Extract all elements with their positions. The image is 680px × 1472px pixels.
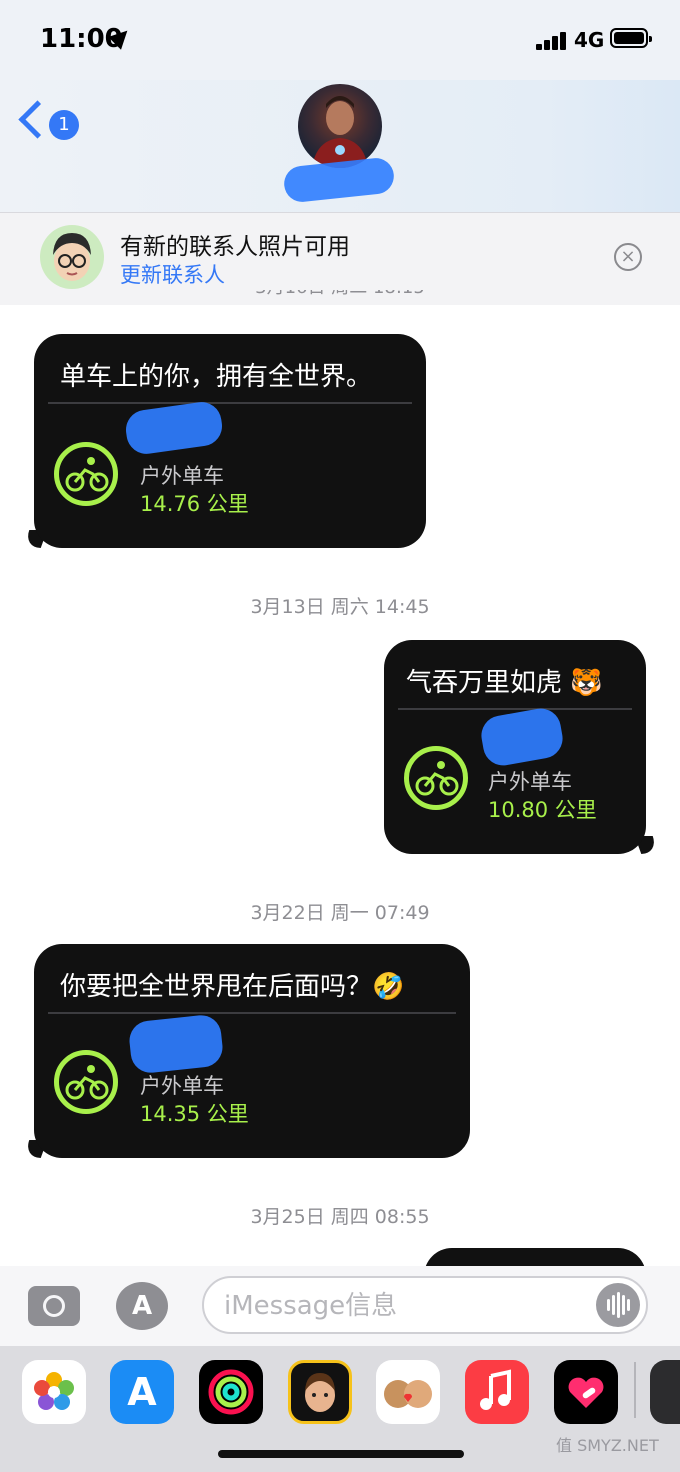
activity-label: 户外单车 (488, 770, 572, 794)
app-store-button[interactable]: A (116, 1282, 168, 1330)
heart-digital-touch-icon[interactable] (554, 1360, 618, 1424)
status-bar: 11:00 4G (0, 0, 680, 80)
animoji-icon[interactable] (376, 1360, 440, 1424)
memoji-icon[interactable] (288, 1360, 352, 1424)
cycling-icon (404, 746, 468, 810)
photos-icon[interactable] (22, 1360, 86, 1424)
banner-title: 有新的联系人照片可用 (120, 234, 350, 260)
activity-label: 户外单车 (140, 464, 224, 488)
app-store-icon[interactable]: A (110, 1360, 174, 1424)
back-button-badge[interactable]: 1 (49, 110, 79, 140)
contact-name-redaction (282, 156, 396, 204)
distance-value: 14.76 公里 (140, 492, 249, 516)
message-bubble-received[interactable]: 单车上的你，拥有全世界。 户外单车 14.76 公里 (34, 334, 426, 548)
distance-value: 14.35 公里 (140, 1102, 249, 1126)
partial-timestamp: 3月16日 周二 18:15 (0, 290, 680, 304)
message-bubble-sent[interactable]: 气吞万里如虎 🐯 户外单车 10.80 公里 (384, 640, 646, 854)
redaction-scribble (123, 399, 225, 457)
contact-avatar[interactable] (298, 84, 382, 168)
redaction-scribble (478, 705, 566, 769)
message-bubble-received[interactable]: 你要把全世界甩在后面吗？🤣 户外单车 14.35 公里 (34, 944, 470, 1158)
watermark: 值 SMYZ.NET (556, 1436, 659, 1455)
close-banner-button[interactable]: × (614, 243, 642, 271)
audio-record-button[interactable] (596, 1283, 640, 1327)
redaction-scribble (127, 1013, 225, 1075)
network-type: 4G (574, 28, 605, 52)
cycling-icon (54, 442, 118, 506)
message-input[interactable] (222, 1286, 586, 1326)
signal-icon (536, 30, 570, 50)
message-field[interactable] (202, 1276, 648, 1334)
update-contact-link[interactable]: 更新联系人 (120, 259, 225, 289)
bubble-divider (48, 1012, 456, 1014)
music-icon[interactable] (465, 1360, 529, 1424)
timestamp: 3月13日 周六 14:45 (250, 596, 430, 618)
message-input-bar: A (0, 1266, 680, 1346)
distance-value: 10.80 公里 (488, 798, 597, 822)
bubble-divider (398, 708, 632, 710)
timestamp: 3月22日 周一 07:49 (250, 902, 430, 924)
message-text: 单车上的你，拥有全世界。 (60, 362, 373, 392)
bubble-divider (48, 402, 412, 404)
message-text: 你要把全世界甩在后面吗？🤣 (60, 972, 405, 1002)
home-indicator[interactable] (218, 1450, 464, 1458)
activity-icon[interactable] (199, 1360, 263, 1424)
more-apps-icon[interactable] (650, 1360, 680, 1424)
cycling-icon (54, 1050, 118, 1114)
timestamp: 3月25日 周四 08:55 (250, 1206, 430, 1228)
battery-icon (610, 28, 652, 48)
activity-label: 户外单车 (140, 1074, 224, 1098)
camera-button[interactable] (28, 1286, 80, 1326)
memoji-avatar (40, 225, 104, 289)
conversation-header: 1 (0, 80, 680, 212)
message-text: 气吞万里如虎 🐯 (406, 668, 603, 698)
drawer-separator (634, 1362, 636, 1418)
